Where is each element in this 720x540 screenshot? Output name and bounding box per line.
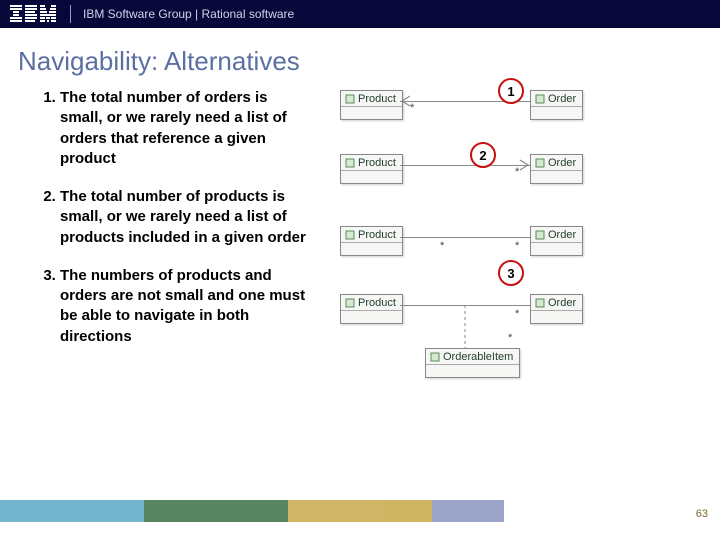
uml-nav-arrow-2 bbox=[518, 159, 530, 171]
uml-class-product-4: Product bbox=[340, 294, 403, 324]
uml-multiplicity: * bbox=[508, 332, 512, 344]
class-label: Product bbox=[358, 93, 396, 105]
numbered-list: The total number of orders is small, or … bbox=[40, 88, 310, 347]
slide-body: The total number of orders is small, or … bbox=[0, 88, 720, 365]
slide: IBM Software Group | Rational software N… bbox=[0, 0, 720, 540]
uml-class-order-2: Order bbox=[530, 154, 583, 184]
uml-class-order-1: Order bbox=[530, 90, 583, 120]
footer-decorative-strip bbox=[0, 500, 720, 522]
text-column: The total number of orders is small, or … bbox=[0, 88, 320, 365]
slide-title: Navigability: Alternatives bbox=[18, 46, 300, 77]
class-label: Order bbox=[548, 297, 576, 309]
badge-3: 3 bbox=[498, 260, 524, 286]
uml-multiplicity: * bbox=[515, 240, 519, 252]
uml-class-orderableitem: OrderableItem bbox=[425, 348, 520, 378]
badge-1: 1 bbox=[498, 78, 524, 104]
uml-association-2 bbox=[400, 165, 530, 166]
topbar-text: IBM Software Group | Rational software bbox=[83, 7, 294, 21]
uml-class-product-2: Product bbox=[340, 154, 403, 184]
diagram-column: Product Order * 1 Product Order * 2 P bbox=[320, 88, 720, 365]
uml-assoc-class-link bbox=[460, 305, 470, 349]
list-item: The total number of orders is small, or … bbox=[60, 88, 310, 169]
uml-multiplicity: * bbox=[515, 166, 519, 178]
class-label: OrderableItem bbox=[443, 351, 513, 363]
uml-class-product-3: Product bbox=[340, 226, 403, 256]
class-label: Product bbox=[358, 297, 396, 309]
uml-class-order-3: Order bbox=[530, 226, 583, 256]
uml-class-product-1: Product bbox=[340, 90, 403, 120]
ibm-logo bbox=[10, 5, 56, 23]
uml-multiplicity: * bbox=[410, 102, 414, 114]
list-item: The total number of products is small, o… bbox=[60, 187, 310, 248]
class-label: Order bbox=[548, 229, 576, 241]
uml-class-order-4: Order bbox=[530, 294, 583, 324]
list-item: The numbers of products and orders are n… bbox=[60, 266, 310, 347]
top-bar: IBM Software Group | Rational software bbox=[0, 0, 720, 28]
uml-association-3a bbox=[400, 237, 530, 238]
class-label: Order bbox=[548, 93, 576, 105]
topbar-separator bbox=[70, 5, 71, 23]
uml-multiplicity: * bbox=[440, 240, 444, 252]
uml-multiplicity: * bbox=[515, 308, 519, 320]
page-number: 63 bbox=[696, 508, 708, 520]
class-label: Order bbox=[548, 157, 576, 169]
badge-2: 2 bbox=[470, 142, 496, 168]
class-label: Product bbox=[358, 157, 396, 169]
class-label: Product bbox=[358, 229, 396, 241]
